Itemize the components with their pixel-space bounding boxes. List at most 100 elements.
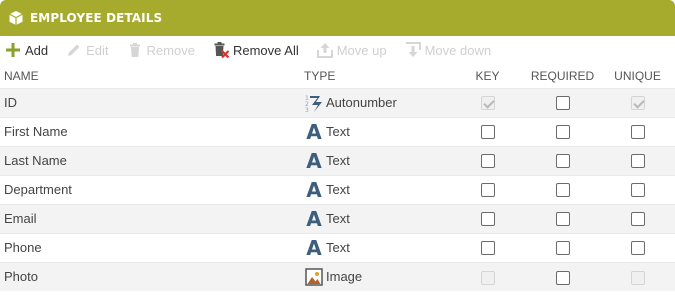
panel-title: EMPLOYEE DETAILS bbox=[30, 11, 163, 25]
required-checkbox[interactable] bbox=[555, 183, 570, 198]
required-checkbox[interactable] bbox=[555, 241, 570, 256]
required-cell bbox=[525, 232, 600, 262]
key-cell bbox=[450, 174, 525, 204]
panel-header: EMPLOYEE DETAILS bbox=[0, 0, 675, 36]
field-type-label: Text bbox=[326, 240, 350, 255]
text-type-icon: A bbox=[306, 119, 322, 144]
required-cell bbox=[525, 87, 600, 117]
unique-checkbox[interactable] bbox=[630, 212, 645, 227]
unique-checkbox bbox=[630, 96, 645, 111]
column-header-type[interactable]: TYPE bbox=[300, 64, 450, 88]
column-header-key[interactable]: KEY bbox=[450, 64, 525, 88]
text-type-icon: A bbox=[306, 235, 322, 260]
type-cell-content: 1 2 3 Autonumber bbox=[304, 93, 450, 113]
required-cell bbox=[525, 203, 600, 233]
trash-icon bbox=[126, 41, 144, 59]
field-type-label: Text bbox=[326, 153, 350, 168]
key-checkbox[interactable] bbox=[480, 212, 495, 227]
key-cell bbox=[450, 87, 525, 117]
field-name-cell: Department bbox=[0, 174, 300, 204]
move-up-label: Move up bbox=[336, 42, 387, 58]
table-row[interactable]: Department A Text bbox=[0, 174, 675, 204]
unique-checkbox bbox=[630, 270, 645, 285]
required-checkbox[interactable] bbox=[555, 125, 570, 140]
field-type-cell: A Text bbox=[300, 145, 450, 175]
edit-button[interactable]: Edit bbox=[65, 41, 109, 59]
table-row[interactable]: Email A Text bbox=[0, 203, 675, 233]
unique-checkbox[interactable] bbox=[630, 154, 645, 169]
field-type-label: Autonumber bbox=[326, 95, 397, 110]
trash-x-icon bbox=[212, 41, 230, 59]
required-checkbox[interactable] bbox=[555, 270, 570, 285]
table-row[interactable]: ID 1 2 3 Autonumber bbox=[0, 87, 675, 117]
unique-cell bbox=[600, 261, 675, 291]
column-header-required[interactable]: REQUIRED bbox=[525, 64, 600, 88]
move-up-button[interactable]: Move up bbox=[316, 41, 387, 59]
field-name-cell: First Name bbox=[0, 116, 300, 146]
unique-checkbox[interactable] bbox=[630, 183, 645, 198]
table-body: ID 1 2 3 Autonumber First Name A Text Last Name A… bbox=[0, 87, 675, 291]
key-cell bbox=[450, 145, 525, 175]
add-button[interactable]: Add bbox=[4, 41, 48, 59]
fields-table: NAME TYPE KEY REQUIRED UNIQUE ID 1 2 3 Auton… bbox=[0, 64, 675, 291]
unique-cell bbox=[600, 232, 675, 262]
required-checkbox[interactable] bbox=[555, 212, 570, 227]
table-row[interactable]: Photo Image bbox=[0, 261, 675, 291]
required-checkbox[interactable] bbox=[555, 154, 570, 169]
unique-cell bbox=[600, 203, 675, 233]
remove-button[interactable]: Remove bbox=[126, 41, 195, 59]
remove-all-button[interactable]: Remove All bbox=[212, 41, 299, 59]
type-cell-content: A Text bbox=[304, 180, 450, 200]
svg-text:3: 3 bbox=[305, 107, 309, 113]
table-header: NAME TYPE KEY REQUIRED UNIQUE bbox=[0, 64, 675, 88]
move-down-label: Move down bbox=[424, 42, 492, 58]
table-row[interactable]: First Name A Text bbox=[0, 116, 675, 146]
key-checkbox bbox=[480, 96, 495, 111]
column-header-name[interactable]: NAME bbox=[0, 64, 300, 88]
table-row[interactable]: Phone A Text bbox=[0, 232, 675, 262]
move-down-icon bbox=[404, 41, 422, 59]
required-checkbox[interactable] bbox=[555, 96, 570, 111]
edit-label: Edit bbox=[86, 42, 109, 58]
field-name-cell: ID bbox=[0, 87, 300, 117]
type-cell-content: Image bbox=[304, 267, 450, 287]
unique-cell bbox=[600, 116, 675, 146]
key-cell bbox=[450, 261, 525, 291]
key-cell bbox=[450, 232, 525, 262]
unique-checkbox[interactable] bbox=[630, 241, 645, 256]
field-type-cell: A Text bbox=[300, 232, 450, 262]
required-cell bbox=[525, 261, 600, 291]
remove-all-label: Remove All bbox=[232, 42, 299, 58]
toolbar: Add Edit Remove Remove All Move up Move … bbox=[0, 36, 675, 64]
cube-icon bbox=[8, 10, 24, 26]
required-cell bbox=[525, 174, 600, 204]
required-cell bbox=[525, 145, 600, 175]
type-cell-content: A Text bbox=[304, 151, 450, 171]
key-checkbox[interactable] bbox=[480, 241, 495, 256]
field-name-cell: Email bbox=[0, 203, 300, 233]
field-name-cell: Photo bbox=[0, 261, 300, 291]
move-down-button[interactable]: Move down bbox=[404, 41, 491, 59]
autonumber-icon: 123 bbox=[304, 93, 324, 113]
field-type-cell: A Text bbox=[300, 174, 450, 204]
unique-cell bbox=[600, 87, 675, 117]
field-name-cell: Last Name bbox=[0, 145, 300, 175]
key-cell bbox=[450, 203, 525, 233]
type-cell-content: A Text bbox=[304, 209, 450, 229]
unique-checkbox[interactable] bbox=[630, 125, 645, 140]
field-type-cell: Image bbox=[300, 261, 450, 291]
remove-label: Remove bbox=[146, 42, 195, 58]
key-checkbox[interactable] bbox=[480, 125, 495, 140]
key-checkbox[interactable] bbox=[480, 154, 495, 169]
field-type-label: Text bbox=[326, 124, 350, 139]
column-header-unique[interactable]: UNIQUE bbox=[600, 64, 675, 88]
field-type-label: Text bbox=[326, 211, 350, 226]
employee-details-panel: EMPLOYEE DETAILS Add Edit Remove Remove … bbox=[0, 0, 675, 299]
field-type-cell: A Text bbox=[300, 203, 450, 233]
table-row[interactable]: Last Name A Text bbox=[0, 145, 675, 175]
key-cell bbox=[450, 116, 525, 146]
key-checkbox[interactable] bbox=[480, 183, 495, 198]
plus-icon bbox=[4, 41, 22, 59]
field-name-cell: Phone bbox=[0, 232, 300, 262]
key-checkbox bbox=[480, 270, 495, 285]
